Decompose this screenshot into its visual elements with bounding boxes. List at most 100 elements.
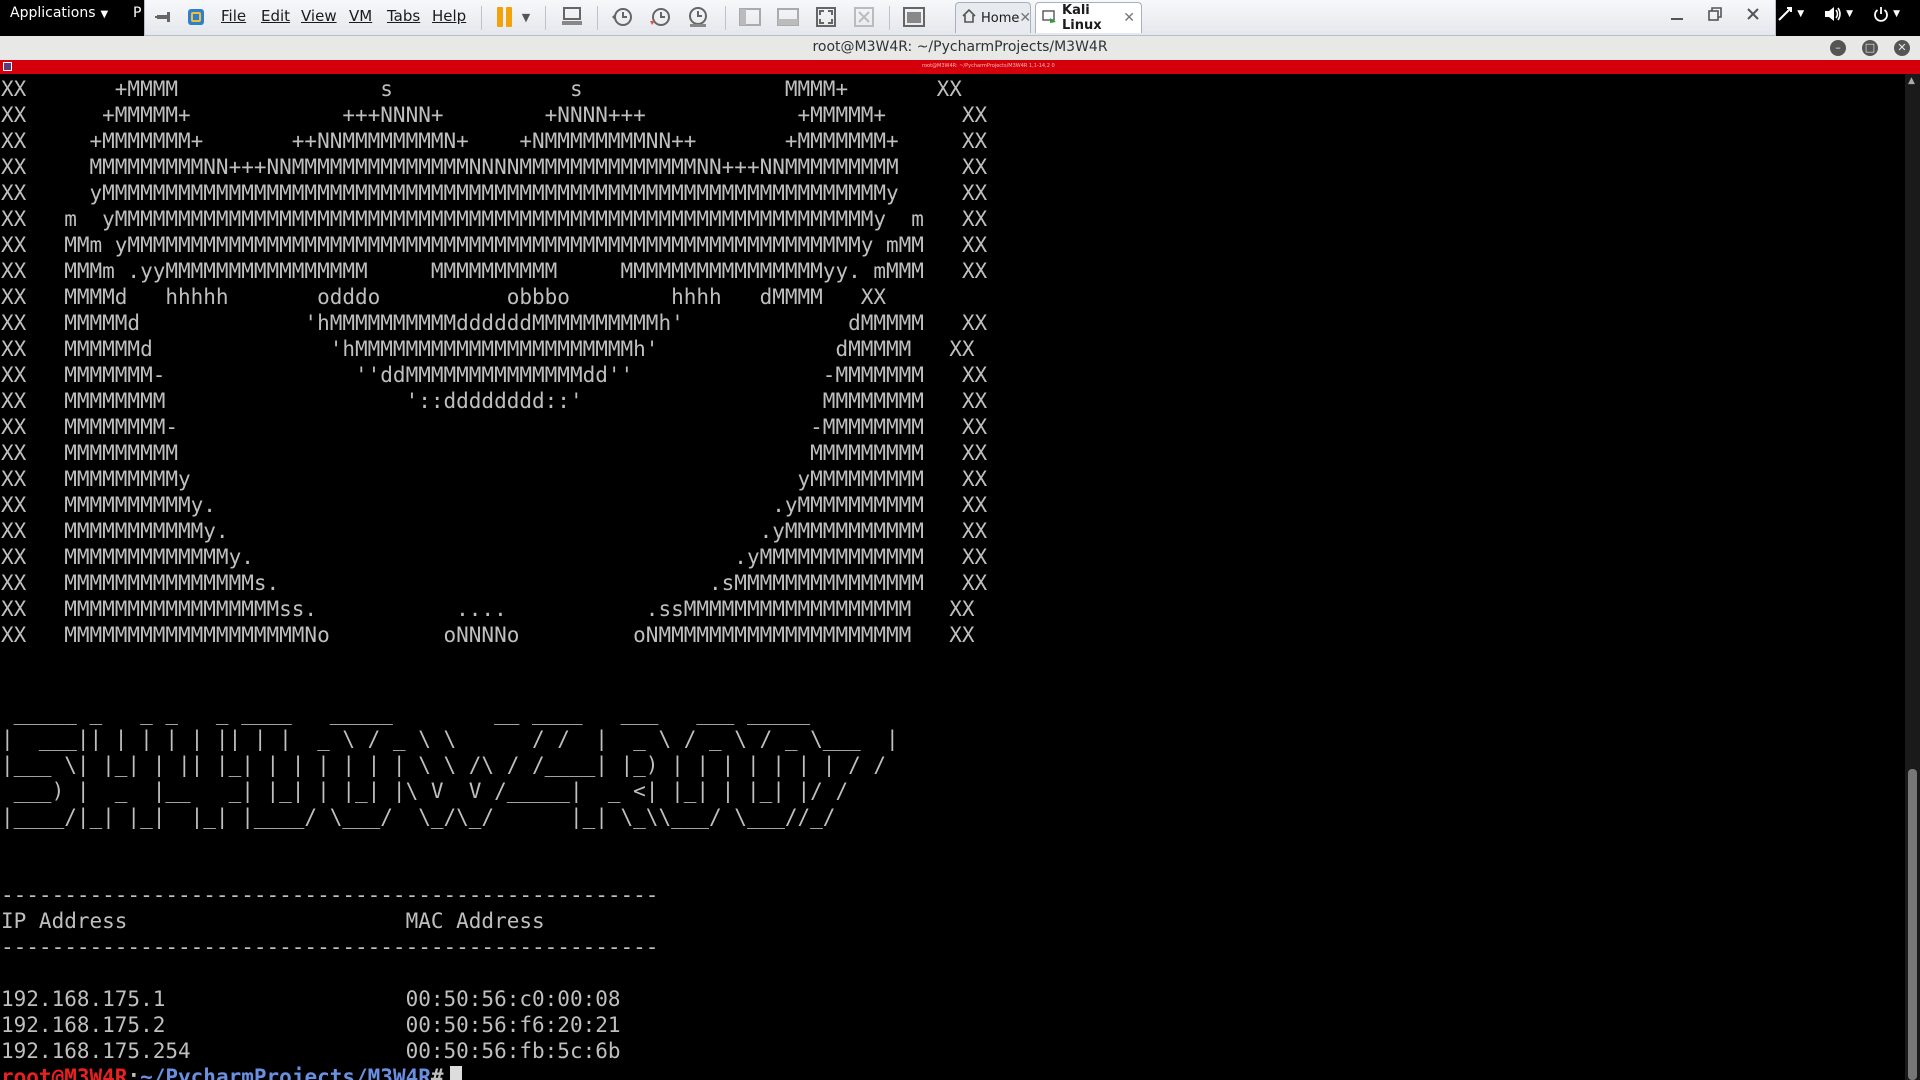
close-icon[interactable]: ✕ bbox=[1123, 10, 1135, 26]
toolbar-separator bbox=[545, 6, 546, 30]
terminal-line: 192.168.175.1 00:50:56:c0:00:08 bbox=[1, 987, 621, 1011]
inner-window-titlebar: root@M3W4R: ~/PycharmProjects/M3W4R 1,1-… bbox=[0, 60, 1920, 74]
scroll-up-arrow-icon[interactable]: ▲ bbox=[1908, 76, 1915, 86]
terminal-line: ----------------------------------------… bbox=[1, 935, 659, 959]
snapshot-manager-icon[interactable] bbox=[685, 6, 711, 28]
prompt-path: ~/PycharmProjects/M3W4R bbox=[140, 1065, 431, 1080]
minimize-icon[interactable]: – bbox=[1830, 40, 1846, 56]
applications-label: Applications bbox=[10, 5, 96, 21]
window-menu-icon[interactable] bbox=[3, 62, 12, 71]
toolbar-separator bbox=[597, 6, 598, 30]
full-screen-icon[interactable] bbox=[813, 6, 839, 28]
close-icon[interactable]: ✕ bbox=[1019, 10, 1031, 26]
terminal-line: ----------------------------------------… bbox=[1, 883, 659, 907]
send-ctrl-alt-del-icon[interactable] bbox=[559, 6, 585, 28]
terminal-line: XX MMMm .yyMMMMMMMMMMMMMMMM MMMMMMMMMM M… bbox=[1, 259, 988, 283]
terminal-line: IP Address MAC Address bbox=[1, 909, 545, 933]
chevron-down-icon[interactable]: ▼ bbox=[519, 6, 533, 28]
terminal-scrollbar[interactable]: ▲ bbox=[1905, 74, 1920, 1080]
terminal-line: XX +MMMMMMM+ ++NNMMMMMMMMN+ +NMMMMMMMMNN… bbox=[1, 129, 988, 153]
tab-label: Home bbox=[981, 10, 1020, 26]
menu-file[interactable]: File bbox=[221, 0, 246, 34]
thumbnail-bar-icon[interactable] bbox=[775, 6, 801, 28]
places-menu[interactable]: P bbox=[133, 0, 141, 27]
terminal-line: XX +MMMM s s MMMM+ XX bbox=[1, 77, 962, 101]
terminal-line: XX MMMMMMMMMMMMMy. .yMMMMMMMMMMMMM XX bbox=[1, 545, 988, 569]
applications-menu[interactable]: Applications ▼ bbox=[10, 0, 108, 28]
scrollbar-thumb[interactable] bbox=[1908, 769, 1917, 1080]
terminal-line: XX yMMMMMMMMMMMMMMMMMMMMMMMMMMMMMMMMMMMM… bbox=[1, 181, 988, 205]
chevron-down-icon: ▼ bbox=[100, 9, 109, 20]
minimize-icon[interactable] bbox=[1669, 6, 1685, 27]
pause-icon[interactable] bbox=[493, 6, 515, 28]
terminal-line: _____ _ _ _ _ ____ _____ __ ____ ___ ___… bbox=[1, 701, 811, 725]
menu-help[interactable]: Help bbox=[432, 0, 466, 34]
terminal-line: XX MMMMMMMMMMMMMMMs. .sMMMMMMMMMMMMMMM X… bbox=[1, 571, 988, 595]
terminal-line: ___) | _ |__ _| |_| | |_| |\ V V /_____|… bbox=[1, 779, 849, 803]
unity-icon[interactable] bbox=[851, 6, 877, 28]
tab-home[interactable]: Home ✕ bbox=[955, 2, 1031, 33]
terminal-line: XX MMm yMMMMMMMMMMMMMMMMMMMMMMMMMMMMMMMM… bbox=[1, 233, 988, 257]
terminal-line: XX MMMMMMMMM MMMMMMMMM XX bbox=[1, 441, 988, 465]
prompt-user: root@M3W4R bbox=[1, 1065, 128, 1080]
window-title: root@M3W4R: ~/PycharmProjects/M3W4R bbox=[812, 39, 1108, 55]
prompt-symbol: # bbox=[430, 1065, 444, 1080]
terminal-line: XX m yMMMMMMMMMMMMMMMMMMMMMMMMMMMMMMMMMM… bbox=[1, 207, 988, 231]
terminal-line: XX MMMMMMMMMMMMMMMMMss. .... .ssMMMMMMMM… bbox=[1, 597, 975, 621]
tab-label: Kali Linux bbox=[1062, 3, 1102, 33]
menu-view[interactable]: View bbox=[301, 0, 337, 34]
terminal-line: XX +MMMMM+ +++NNNN+ +NNNN+++ +MMMMM+ XX bbox=[1, 103, 988, 127]
terminal-line: 192.168.175.2 00:50:56:f6:20:21 bbox=[1, 1013, 621, 1037]
console-view-icon[interactable] bbox=[901, 6, 927, 28]
toolbar-separator bbox=[889, 6, 890, 30]
toolbar-separator bbox=[725, 6, 726, 30]
inner-window-title: root@M3W4R: ~/PycharmProjects/M3W4R 1,1-… bbox=[922, 63, 1055, 69]
menu-tabs[interactable]: Tabs bbox=[387, 0, 420, 34]
system-tray: ▼ ▼ ▼ bbox=[1777, 0, 1900, 28]
show-library-icon[interactable] bbox=[737, 6, 763, 28]
revert-snapshot-icon[interactable] bbox=[647, 6, 673, 28]
terminal-line: XX MMMMMMMMMMMy. .yMMMMMMMMMMM XX bbox=[1, 519, 988, 543]
terminal-line: XX MMMMMMM- ''ddMMMMMMMMMMMMMMdd'' -MMMM… bbox=[1, 363, 988, 387]
snapshot-icon[interactable] bbox=[609, 6, 635, 28]
close-icon[interactable]: ✕ bbox=[1894, 40, 1910, 56]
terminal-line: XX MMMMMMMMMNN+++NNMMMMMMMMMMMMMMNNNNMMM… bbox=[1, 155, 988, 179]
terminal-line: |____/|_| |_| |_| |____/ \___/ \_/\_/ |_… bbox=[1, 805, 836, 829]
terminal-line: XX MMMMMMd 'hMMMMMMMMMMMMMMMMMMMMMMh' dM… bbox=[1, 337, 975, 361]
terminal-line: XX MMMMMMMMMMy. .yMMMMMMMMMM XX bbox=[1, 493, 988, 517]
terminal-line: XX MMMMd hhhhh odddo obbbo hhhh dMMMM XX bbox=[1, 285, 887, 309]
maximize-icon[interactable]: □ bbox=[1862, 40, 1878, 56]
terminal-line: XX MMMMMMMM- -MMMMMMMM XX bbox=[1, 415, 988, 439]
toolbar-separator bbox=[481, 6, 482, 30]
vmware-toolbar: File Edit View VM Tabs Help ▼ Home ✕ Kal… bbox=[144, 0, 1776, 36]
terminal-line: XX MMMMMd 'hMMMMMMMMMMddddddMMMMMMMMMMh'… bbox=[1, 311, 988, 335]
menu-vm[interactable]: VM bbox=[349, 0, 372, 34]
restore-icon[interactable] bbox=[1707, 6, 1723, 27]
terminal-output[interactable]: XX +MMMM s s MMMM+ XX XX +MMMMM+ +++NNNN+… bbox=[0, 74, 1905, 1080]
volume-icon[interactable]: ▼ bbox=[1824, 6, 1853, 22]
power-icon[interactable]: ▼ bbox=[1873, 6, 1900, 22]
terminal-line: | ___|| | | | | || | | _ \ / _ \ \ / / |… bbox=[1, 727, 899, 751]
vmware-logo-icon[interactable] bbox=[185, 6, 207, 28]
terminal-line: XX MMMMMMMMMMMMMMMMMMMNo oNNNNo oNMMMMMM… bbox=[1, 623, 975, 647]
vm-icon bbox=[1042, 9, 1057, 28]
terminal-titlebar: root@M3W4R: ~/PycharmProjects/M3W4R – □ … bbox=[0, 36, 1920, 60]
tab-kali-linux[interactable]: Kali Linux ✕ bbox=[1035, 2, 1142, 33]
home-icon bbox=[962, 8, 976, 27]
network-icon[interactable]: ▼ bbox=[1777, 6, 1804, 22]
text-cursor bbox=[449, 1066, 462, 1080]
terminal-line: XX MMMMMMMMMy yMMMMMMMMM XX bbox=[1, 467, 988, 491]
terminal-line: XX MMMMMMMM '::dddddddd::' MMMMMMMM XX bbox=[1, 389, 988, 413]
pin-icon[interactable] bbox=[153, 6, 175, 28]
terminal-line: 192.168.175.254 00:50:56:fb:5c:6b bbox=[1, 1039, 621, 1063]
terminal-text: XX +MMMM s s MMMM+ XX XX +MMMMM+ +++NNNN+… bbox=[1, 76, 987, 1080]
shell-prompt: root@M3W4R:~/PycharmProjects/M3W4R# bbox=[1, 1064, 987, 1080]
menu-edit[interactable]: Edit bbox=[261, 0, 290, 34]
close-window-icon[interactable] bbox=[1745, 6, 1761, 27]
prompt-colon: : bbox=[127, 1065, 141, 1080]
